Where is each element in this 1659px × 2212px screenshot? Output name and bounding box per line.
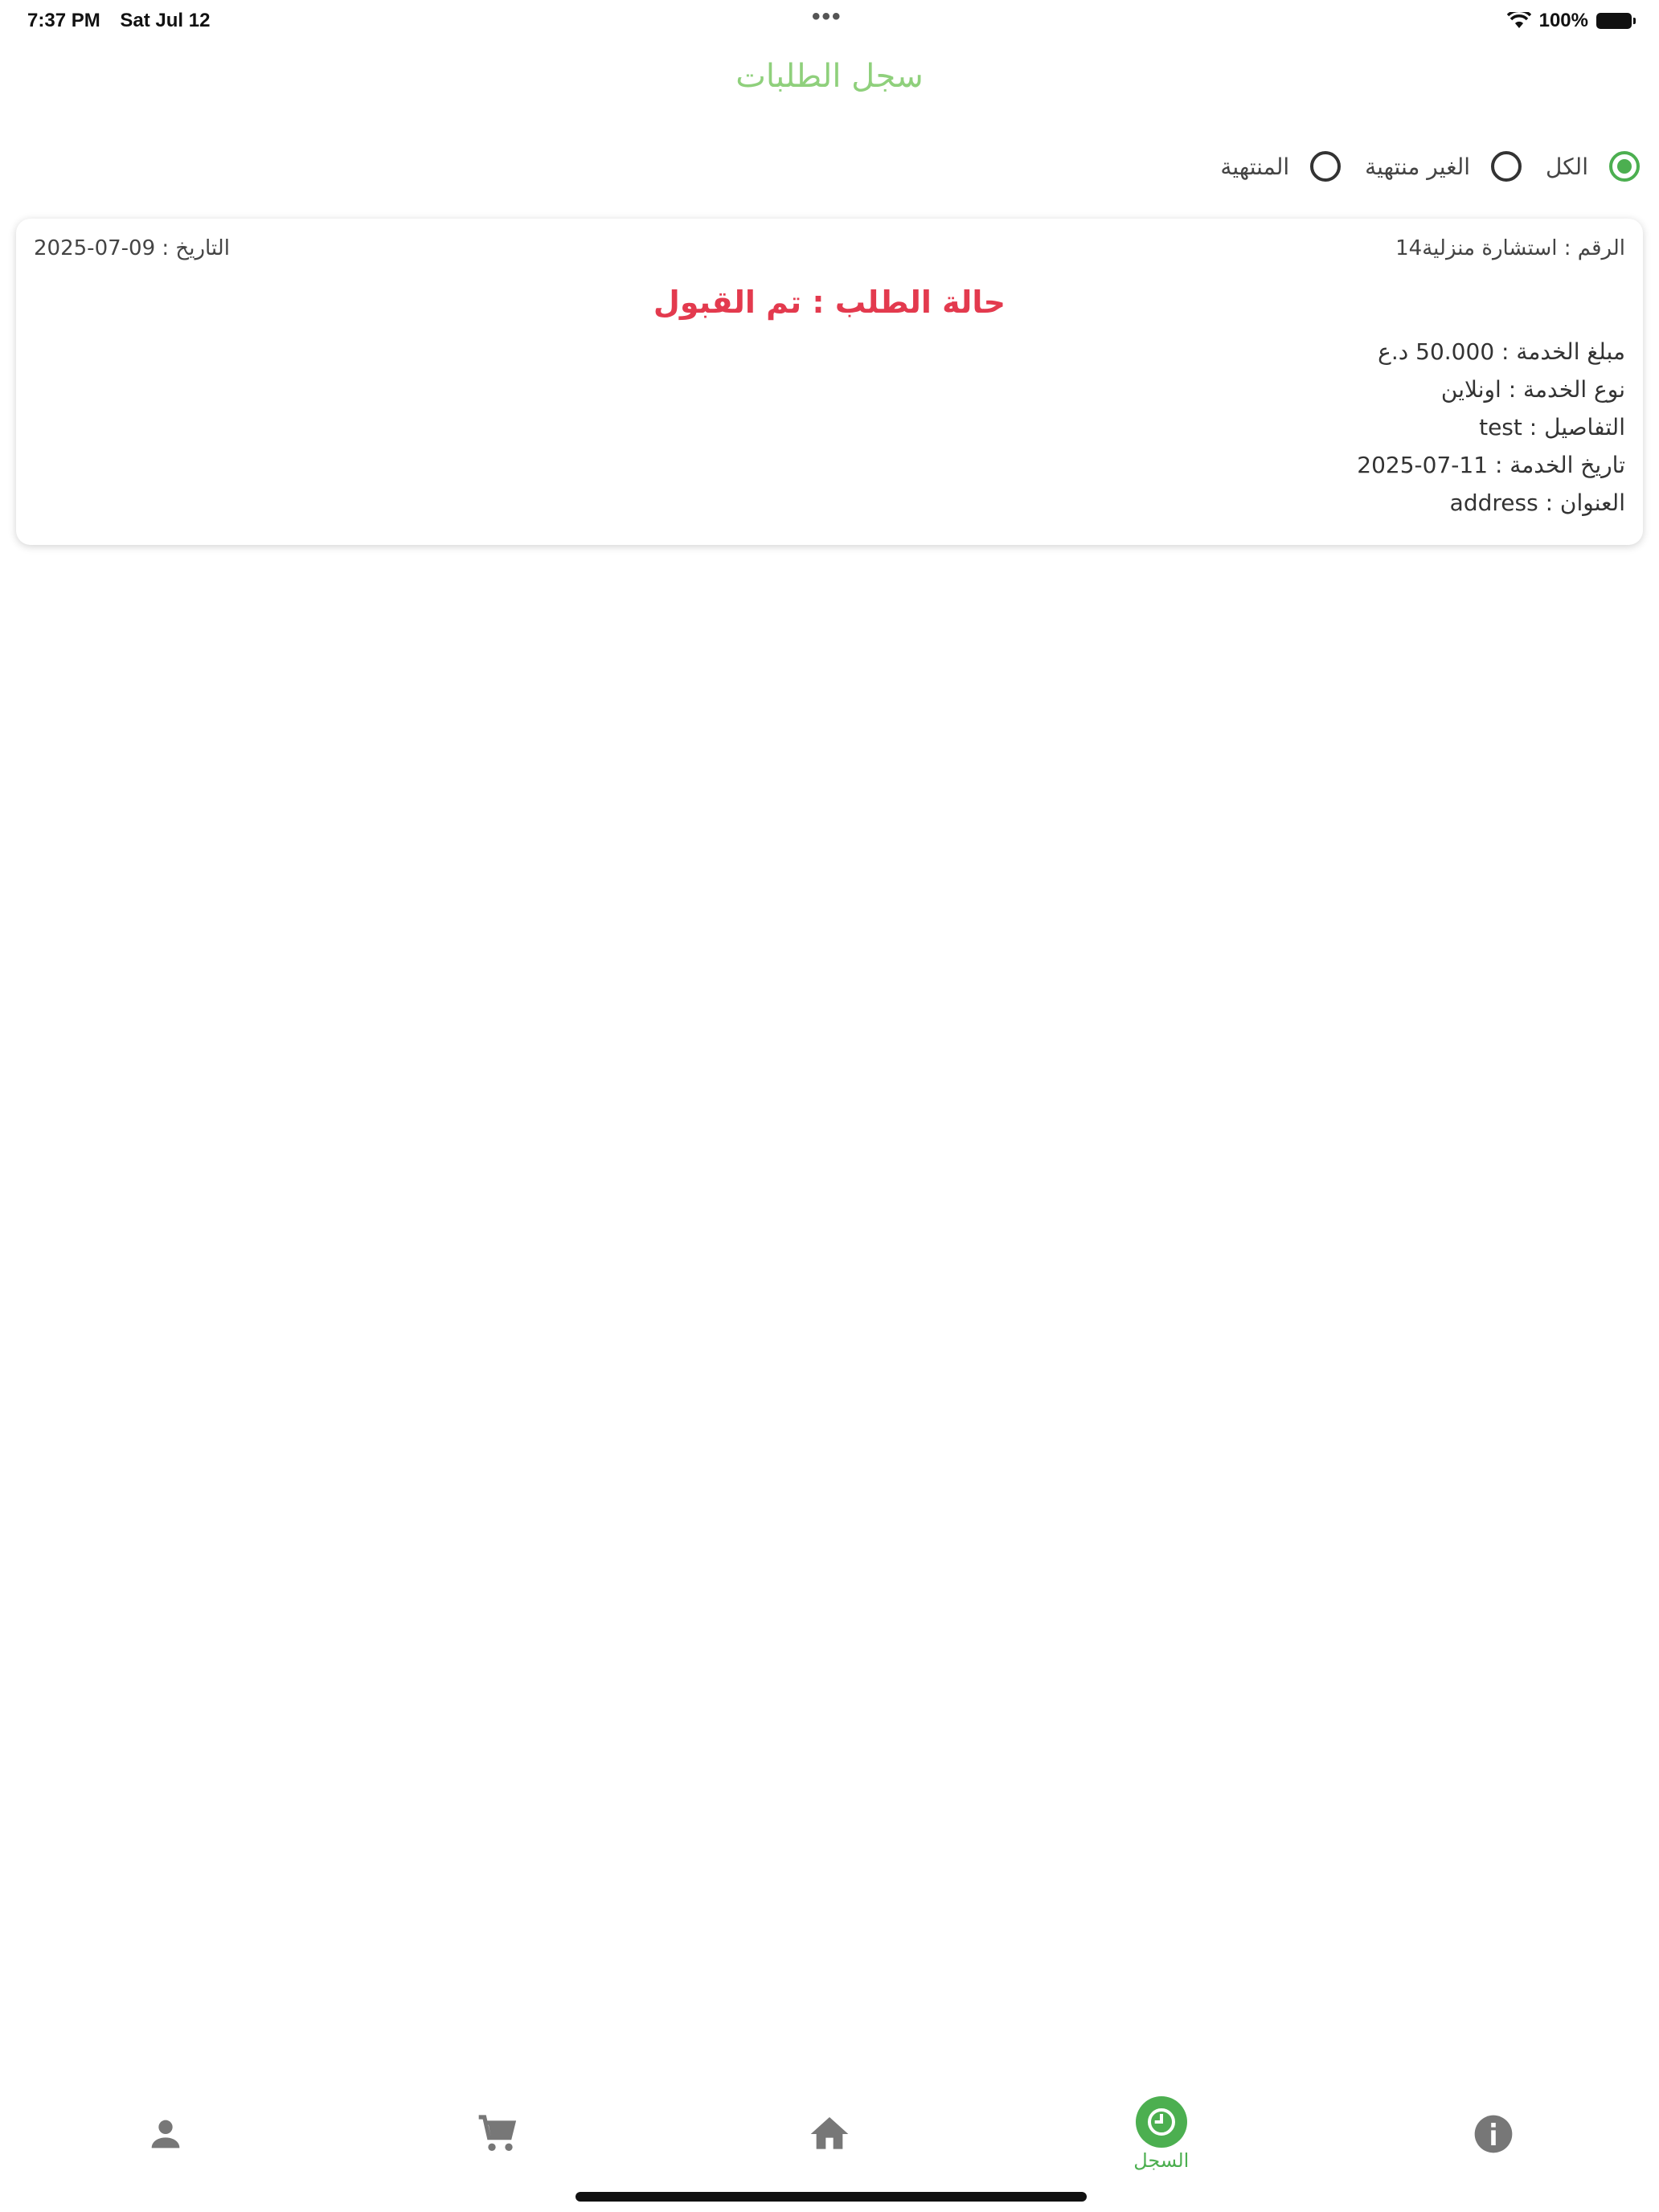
service-date: تاريخ الخدمة : 11-07-2025 bbox=[1357, 452, 1625, 478]
battery-percent: 100% bbox=[1538, 10, 1588, 31]
page-title: سجل الطلبات bbox=[735, 58, 924, 95]
order-status: حالة الطلب : تم القبول bbox=[653, 285, 1006, 320]
nav-info[interactable] bbox=[1413, 2090, 1574, 2178]
filter-all-label: الكل bbox=[1546, 153, 1588, 180]
filter-finished-label: المنتهية bbox=[1220, 153, 1290, 180]
filter-unfinished[interactable]: الغير منتهية bbox=[1365, 151, 1522, 182]
order-number: الرقم : استشارة منزلية14 bbox=[1395, 236, 1625, 260]
service-details: التفاصيل : test bbox=[1479, 414, 1625, 440]
nav-home[interactable] bbox=[749, 2090, 910, 2178]
home-indicator[interactable] bbox=[576, 2192, 1087, 2202]
person-icon bbox=[143, 2112, 188, 2157]
nav-history[interactable]: السجل bbox=[1081, 2090, 1242, 2178]
filter-finished[interactable]: المنتهية bbox=[1220, 151, 1342, 182]
nav-cart[interactable] bbox=[417, 2090, 578, 2178]
status-time: 7:37 PM bbox=[27, 10, 100, 31]
status-bar: 7:37 PM Sat Jul 12 ••• 100% bbox=[0, 0, 1659, 42]
radio-unchecked-icon[interactable] bbox=[1491, 151, 1522, 182]
order-card[interactable]: الرقم : استشارة منزلية14 التاريخ : 09-07… bbox=[16, 219, 1643, 545]
status-bar-right: 100% bbox=[1506, 10, 1636, 32]
service-amount: مبلغ الخدمة : 50.000 د.ع bbox=[1378, 338, 1625, 365]
wifi-icon bbox=[1506, 12, 1531, 28]
battery-icon bbox=[1596, 13, 1636, 29]
filter-unfinished-label: الغير منتهية bbox=[1365, 153, 1471, 180]
filter-all[interactable]: الكل bbox=[1546, 151, 1640, 182]
history-icon bbox=[1135, 2096, 1187, 2148]
nav-profile[interactable] bbox=[85, 2090, 246, 2178]
radio-checked-icon[interactable] bbox=[1609, 151, 1640, 182]
app-screen: 7:37 PM Sat Jul 12 ••• 100% سجل الطلبات … bbox=[0, 0, 1659, 2212]
service-type: نوع الخدمة : اونلاين bbox=[1440, 376, 1625, 403]
status-date: Sat Jul 12 bbox=[120, 10, 211, 31]
status-bar-left: 7:37 PM Sat Jul 12 bbox=[27, 10, 224, 32]
order-filter: الكل الغير منتهية المنتهية bbox=[1220, 151, 1640, 182]
info-icon bbox=[1471, 2112, 1516, 2157]
order-details: مبلغ الخدمة : 50.000 د.ع نوع الخدمة : او… bbox=[1357, 333, 1625, 522]
order-date: التاريخ : 09-07-2025 bbox=[34, 236, 230, 260]
home-icon bbox=[807, 2112, 852, 2157]
multitask-dots[interactable]: ••• bbox=[812, 3, 842, 31]
cart-icon bbox=[475, 2112, 520, 2157]
bottom-navigation: السجل bbox=[0, 2090, 1659, 2178]
nav-history-label: السجل bbox=[1133, 2149, 1190, 2172]
radio-unchecked-icon[interactable] bbox=[1310, 151, 1342, 182]
service-address: العنوان : address bbox=[1449, 490, 1625, 516]
